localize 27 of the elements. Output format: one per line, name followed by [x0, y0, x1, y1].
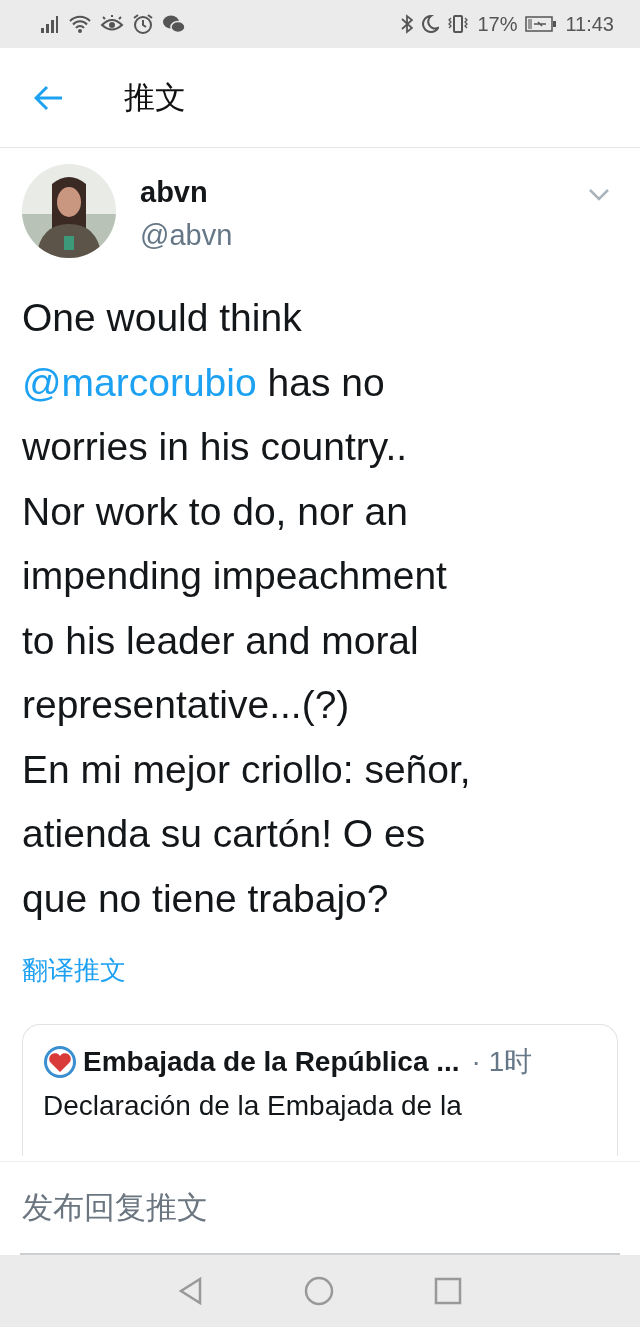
heart-logo-icon [43, 1045, 77, 1079]
author-name[interactable]: abvn [140, 176, 208, 209]
home-nav-icon[interactable] [304, 1276, 334, 1306]
clock-time: 11:43 [565, 12, 614, 36]
tweet-text: One would think @marcorubio has no worries in his country.. Nor work to do, nor an impending impeachment to his leader and moral representative...(?) En mi mejor criollo: señor, atienda su cartón! O es que no tiene trabajo? [22, 295, 472, 922]
bluetooth-icon [401, 14, 414, 34]
reply-input-field[interactable]: 发布回复推文 [20, 1162, 620, 1255]
page-title: 推文 [124, 78, 186, 117]
quoted-author-name: Embajada de la República ... [83, 1046, 460, 1078]
mention-link[interactable]: @marcorubio [22, 360, 257, 404]
quoted-time: · 1时 [471, 1045, 533, 1079]
battery-percent: 17% [477, 12, 518, 36]
vibrate-icon [447, 14, 470, 34]
translate-link[interactable]: 翻译推文 [22, 953, 126, 988]
alarm-icon [132, 13, 154, 35]
back-arrow-icon[interactable] [34, 84, 64, 111]
signal-icon [40, 14, 60, 34]
quoted-text: Declaración de la Embajada de la [43, 1089, 463, 1123]
battery-charging-icon [525, 15, 558, 33]
moon-icon [421, 14, 440, 34]
back-nav-icon[interactable] [178, 1276, 204, 1306]
author-handle[interactable]: @abvn [140, 219, 233, 252]
wifi-icon [68, 14, 92, 34]
chat-icon [162, 14, 186, 34]
quoted-tweet-card[interactable]: Embajada de la República ... · 1时 Declaración de la Embajada de la [22, 1024, 618, 1156]
recents-nav-icon[interactable] [434, 1277, 462, 1305]
chevron-down-icon[interactable] [588, 188, 610, 202]
